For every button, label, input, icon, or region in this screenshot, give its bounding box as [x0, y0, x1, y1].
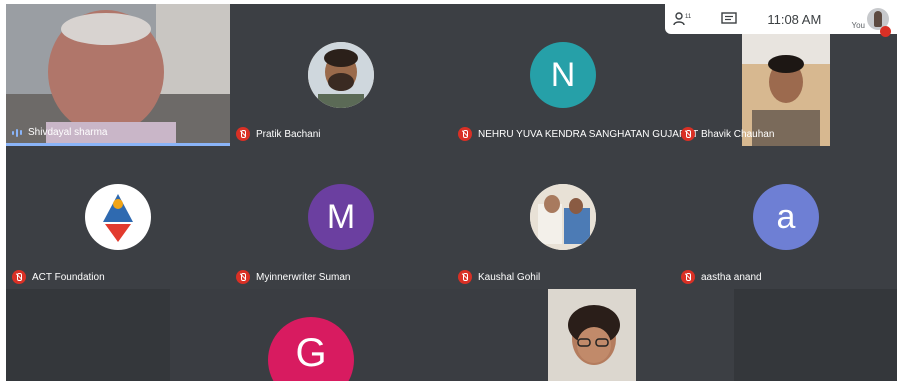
participant-label: Bhavik Chauhan	[681, 127, 774, 141]
participant-avatar: N	[530, 42, 596, 108]
mic-off-icon	[681, 127, 695, 141]
chat-icon[interactable]	[721, 12, 737, 26]
participant-photo	[308, 42, 374, 108]
participant-label: NEHRU YUVA KENDRA SANGHATAN GUJARAT	[458, 127, 698, 141]
participant-avatar	[85, 184, 151, 250]
participant-tile[interactable]: G	[170, 289, 548, 381]
mic-off-icon	[236, 270, 250, 284]
participant-tile-video[interactable]	[548, 289, 636, 381]
mic-off-icon	[12, 270, 26, 284]
participant-tile[interactable]: Pratik Bachani	[230, 4, 452, 146]
participant-label: Shivdayal sharma	[12, 127, 107, 138]
participant-label: aastha anand	[681, 270, 762, 284]
meeting-info-bar: 11 11:08 AM You	[665, 4, 897, 37]
participant-label: ACT Foundation	[12, 270, 105, 284]
mic-off-icon	[458, 127, 472, 141]
svg-text:11: 11	[685, 14, 691, 20]
bottom-edge	[0, 381, 903, 387]
people-icon[interactable]: 11	[673, 12, 692, 26]
participant-photo	[530, 184, 596, 250]
mic-off-icon	[236, 127, 250, 141]
participant-video-frame	[548, 289, 636, 381]
participant-avatar: G	[268, 317, 354, 381]
participant-avatar: M	[308, 184, 374, 250]
participant-avatar	[530, 184, 596, 250]
participant-name: Kaushal Gohil	[478, 271, 541, 283]
participant-tile[interactable]: M Myinnerwriter Suman	[230, 146, 452, 289]
participant-name: NEHRU YUVA KENDRA SANGHATAN GUJARAT	[478, 128, 699, 140]
speaking-indicator-icon	[12, 128, 22, 137]
participant-label: Pratik Bachani	[236, 127, 320, 141]
participant-tile[interactable]: N NEHRU YUVA KENDRA SANGHATAN GUJARAT	[452, 4, 698, 146]
self-label: You	[851, 21, 865, 30]
mic-off-icon	[681, 270, 695, 284]
participant-tile[interactable]: ACT Foundation	[6, 146, 230, 289]
participant-tile[interactable]: Kaushal Gohil	[452, 146, 675, 289]
participant-name: ACT Foundation	[32, 271, 105, 283]
mic-off-icon	[880, 26, 891, 37]
participant-label: Kaushal Gohil	[458, 270, 540, 284]
participant-name: Shivdayal sharma	[28, 127, 108, 138]
meeting-grid: Shivdayal sharma Pratik Bachani N NEHRU …	[6, 4, 897, 381]
participant-name: Myinnerwriter Suman	[256, 271, 351, 283]
clock: 11:08 AM	[767, 11, 822, 27]
act-logo-icon	[103, 194, 133, 242]
participant-name: Pratik Bachani	[256, 128, 321, 140]
participant-tile-video[interactable]	[6, 289, 170, 381]
participant-tile-video[interactable]: Shivdayal sharma	[6, 4, 230, 146]
mic-off-icon	[458, 270, 472, 284]
participant-label: Myinnerwriter Suman	[236, 270, 350, 284]
participant-name: aastha anand	[701, 271, 762, 283]
participant-avatar: a	[753, 184, 819, 250]
participant-tile-video[interactable]	[734, 289, 897, 381]
participant-video-frame	[6, 4, 230, 146]
participant-tile[interactable]: a aastha anand	[675, 146, 897, 289]
participant-name: Bhavik Chauhan	[701, 128, 775, 140]
participant-avatar	[308, 42, 374, 108]
